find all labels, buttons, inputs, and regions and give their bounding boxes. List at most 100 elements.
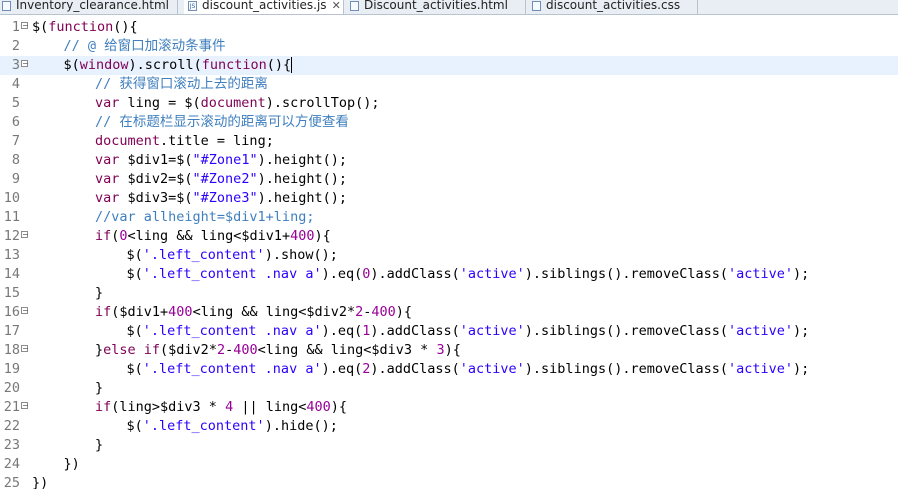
line-gutter: 6 — [0, 113, 30, 132]
fold-toggle-icon[interactable]: − — [21, 402, 29, 410]
line-number: 25 — [3, 475, 20, 489]
line-gutter: 11 — [0, 208, 30, 227]
code-text: $(function(){ — [32, 18, 138, 37]
code-text: }) — [32, 474, 48, 489]
token-plain: ); — [793, 323, 810, 339]
code-line[interactable]: 20} — [0, 379, 898, 398]
fold-toggle-icon[interactable]: − — [21, 60, 29, 68]
line-number: 9 — [11, 171, 20, 187]
code-text: $('.left_content .nav a').eq(1).addClass… — [127, 322, 810, 341]
token-number: 0 — [119, 228, 128, 244]
token-string: '.left_content .nav a' — [142, 361, 322, 377]
code-line[interactable]: 1− $(function(){ — [0, 18, 898, 37]
token-string: 'active' — [459, 323, 525, 339]
code-text: } — [95, 379, 103, 398]
code-line[interactable]: 6 // 在标题栏显示滚动的距离可以方便查看 — [0, 113, 898, 132]
tab-discount-activities-html[interactable]: Discount_activities.html — [346, 0, 526, 14]
token-keyword: var — [95, 190, 120, 206]
tab-label: discount_activities.js — [202, 0, 327, 12]
token-string: '.left_content .nav a' — [142, 323, 322, 339]
line-number: 4 — [11, 76, 20, 92]
token-plain: (){ — [266, 57, 292, 73]
tab-label: Inventory_clearance.html — [16, 0, 170, 12]
line-number: 22 — [3, 418, 20, 434]
tab-label: discount_activities.css — [546, 0, 681, 12]
code-line[interactable]: 2 // @ 给窗口加滚动条事件 — [0, 37, 898, 56]
token-plain: ).show(); — [264, 247, 338, 263]
css-file-icon — [532, 0, 541, 11]
code-line[interactable]: 22 $('.left_content').hide(); — [0, 417, 898, 436]
code-line[interactable]: 12− if(0<ling && ling<$div1+400){ — [0, 227, 898, 246]
line-number: 5 — [11, 95, 20, 111]
code-line[interactable]: 17 $('.left_content .nav a').eq(1).addCla… — [0, 322, 898, 341]
code-line[interactable]: 21− if(ling>$div3 * 4 || ling<400){ — [0, 398, 898, 417]
code-line[interactable]: 7 document.title = ling; — [0, 132, 898, 151]
code-line[interactable]: 9 var $div2=$("#Zone2").height(); — [0, 170, 898, 189]
code-text: } — [95, 436, 103, 455]
line-number: 12 — [3, 228, 20, 244]
token-plain: ).siblings().removeClass( — [524, 266, 728, 282]
line-gutter: 23 — [0, 436, 30, 455]
line-number: 14 — [3, 266, 20, 282]
code-line[interactable]: 24}) — [0, 455, 898, 474]
close-icon[interactable]: ✕ — [332, 0, 341, 12]
line-number: 13 — [3, 247, 20, 263]
token-number: 400 — [290, 228, 315, 244]
js-file-icon: JS — [188, 0, 197, 11]
code-line[interactable]: 5 var ling = $(document).scrollTop(); — [0, 94, 898, 113]
token-string: 'active' — [459, 361, 525, 377]
fold-toggle-icon[interactable]: − — [21, 345, 29, 353]
token-comment: // 获得窗口滚动上去的距离 — [95, 76, 268, 92]
token-string: 'active' — [459, 266, 525, 282]
code-line[interactable]: 10 var $div3=$("#Zone3").height(); — [0, 189, 898, 208]
code-text: // @ 给窗口加滚动条事件 — [64, 37, 226, 56]
line-gutter: 10 — [0, 189, 30, 208]
code-line[interactable]: 13 $('.left_content').show(); — [0, 246, 898, 265]
line-gutter: 22 — [0, 417, 30, 436]
token-plain: ).height(); — [257, 152, 347, 168]
line-number: 10 — [3, 190, 20, 206]
html-file-icon — [2, 0, 11, 11]
code-line[interactable]: 25}) — [0, 474, 898, 489]
code-line[interactable]: 4 // 获得窗口滚动上去的距离 — [0, 75, 898, 94]
line-number: 15 — [3, 285, 20, 301]
line-number: 16 — [3, 304, 20, 320]
tab-discount-activities-js[interactable]: JS discount_activities.js ✕ — [184, 0, 344, 14]
token-plain: ($div1+ — [111, 304, 169, 320]
token-keyword: var — [95, 152, 120, 168]
code-line[interactable]: 3− $(window).scroll(function(){ — [0, 56, 898, 75]
code-line[interactable]: 11 //var allheight=$div1+ling; — [0, 208, 898, 227]
line-gutter: 1− — [0, 18, 30, 37]
token-keyword: function — [201, 57, 267, 73]
fold-toggle-icon[interactable]: − — [21, 231, 29, 239]
code-text: var $div3=$("#Zone3").height(); — [95, 189, 347, 208]
token-plain: $( — [63, 57, 80, 73]
code-editor[interactable]: 1− $(function(){2// @ 给窗口加滚动条事件 3− $(window… — [0, 15, 898, 489]
token-plain: ling = $( — [119, 95, 201, 111]
tab-inventory-clearance-html[interactable]: Inventory_clearance.html — [0, 0, 178, 14]
token-plain: <ling && ling<$div1+ — [127, 228, 291, 244]
line-gutter: 2 — [0, 37, 30, 56]
line-gutter: 24 — [0, 455, 30, 474]
tab-discount-activities-css[interactable]: discount_activities.css — [528, 0, 698, 14]
line-gutter: 16− — [0, 303, 30, 322]
token-plain: $( — [126, 247, 143, 263]
token-plain: ).addClass( — [370, 266, 460, 282]
token-plain: } — [95, 380, 104, 396]
token-plain: } — [95, 285, 104, 301]
code-line[interactable]: 18−}else if($div2*2-400<ling && ling<$di… — [0, 341, 898, 360]
code-line[interactable]: 15} — [0, 284, 898, 303]
code-line[interactable]: 23} — [0, 436, 898, 455]
token-number: 400 — [371, 304, 396, 320]
code-line[interactable]: 19 $('.left_content .nav a').eq(2).addCla… — [0, 360, 898, 379]
token-plain: ($div2* — [160, 342, 217, 358]
token-string: "#Zone1" — [192, 152, 258, 168]
code-line[interactable]: 8 var $div1=$("#Zone1").height(); — [0, 151, 898, 170]
code-line[interactable]: 16− if($div1+400<ling && ling<$div2*2-400… — [0, 303, 898, 322]
token-keyword: var — [95, 171, 120, 187]
fold-toggle-icon[interactable]: − — [21, 22, 29, 30]
code-line[interactable]: 14 $('.left_content .nav a').eq(0).addCla… — [0, 265, 898, 284]
fold-toggle-icon[interactable]: − — [21, 307, 29, 315]
code-text: }) — [64, 455, 80, 474]
code-text: $('.left_content .nav a').eq(2).addClass… — [127, 360, 810, 379]
